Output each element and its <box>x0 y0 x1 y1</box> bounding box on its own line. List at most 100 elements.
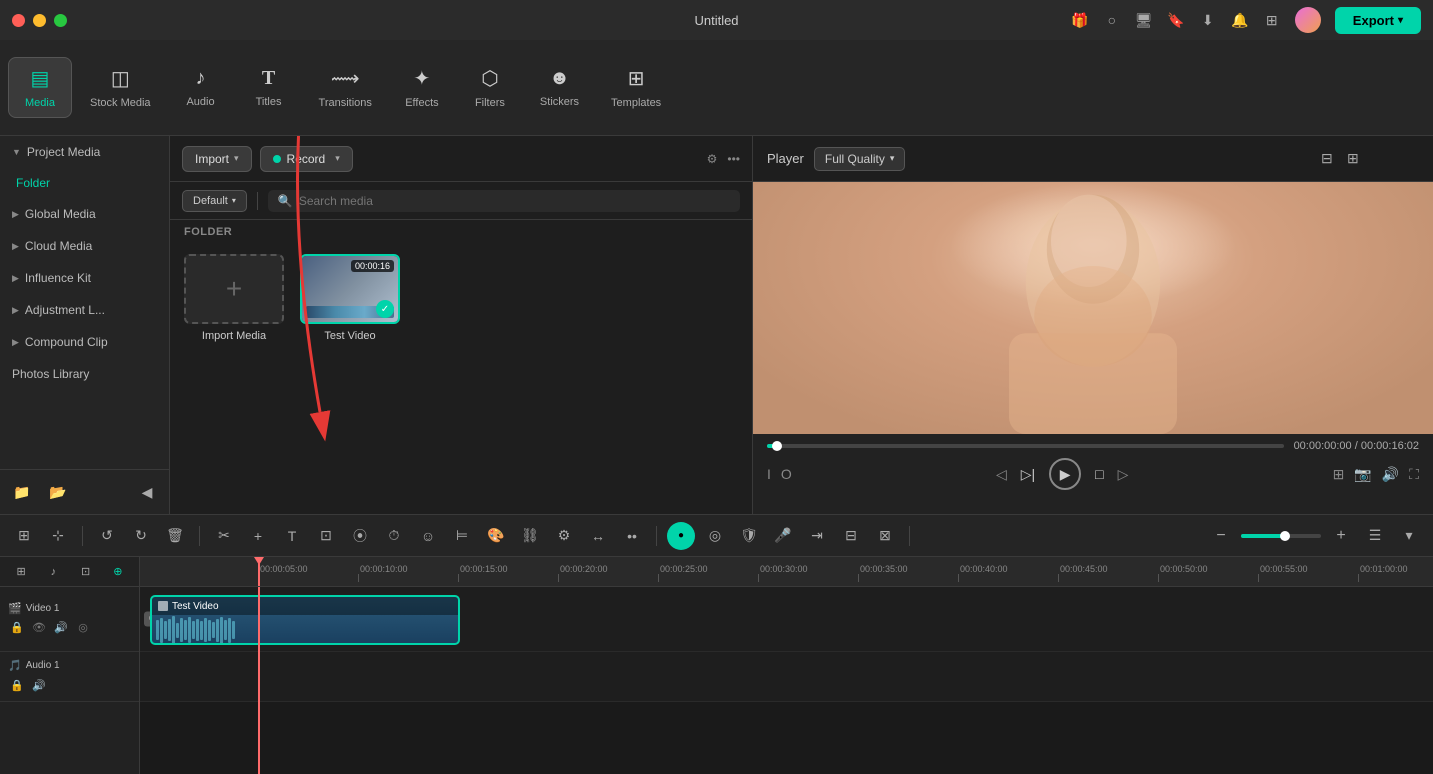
transitions-label: Transitions <box>319 97 372 109</box>
collapse-button[interactable]: ◀ <box>133 478 161 506</box>
close-button[interactable] <box>12 14 25 27</box>
mask-button[interactable]: ⦿ <box>346 522 374 550</box>
maximize-button[interactable] <box>54 14 67 27</box>
toolbar-item-titles[interactable]: T Titles <box>237 59 301 116</box>
volume-button[interactable]: 🔊 <box>1382 466 1399 483</box>
sidebar-item-photos-library[interactable]: Photos Library <box>0 358 169 390</box>
insert-button[interactable]: + <box>244 522 272 550</box>
stop-button[interactable]: □ <box>1095 466 1103 482</box>
step-back-button[interactable]: ◁ <box>996 466 1007 483</box>
zoom-out-button[interactable]: − <box>1207 522 1235 550</box>
gift-icon[interactable]: 🎁 <box>1071 11 1089 29</box>
more-button[interactable]: ▾ <box>1395 522 1423 550</box>
toolbar-item-stock-media[interactable]: ◫ Stock Media <box>76 58 165 117</box>
step-forward-button[interactable]: ▷ <box>1118 466 1129 483</box>
import-button[interactable]: Import <box>182 146 252 172</box>
shield-button[interactable]: 🛡 <box>735 522 763 550</box>
grid-icon[interactable]: ⊞ <box>1263 11 1281 29</box>
connect-track[interactable]: ⊡ <box>73 558 99 586</box>
sidebar-item-adjustment[interactable]: ▶ Adjustment L... <box>0 294 169 326</box>
default-button[interactable]: Default <box>182 190 247 212</box>
toolbar-item-media[interactable]: ▤ Media <box>8 57 72 118</box>
ripple-button[interactable]: ◎ <box>701 522 729 550</box>
zoom-in-button[interactable]: + <box>1327 522 1355 550</box>
chevron-right-icon-4: ▶ <box>12 305 19 316</box>
add-to-timeline-button[interactable]: ⊞ <box>1333 466 1345 483</box>
add-folder-button[interactable]: 📁 <box>8 478 36 506</box>
video-visible-button[interactable]: ◎ <box>74 619 92 637</box>
audio-lock-button[interactable]: 🔒 <box>8 676 26 694</box>
more-icon[interactable]: ••• <box>727 152 740 166</box>
toolbar-item-audio[interactable]: ♪ Audio <box>169 59 233 116</box>
progress-bar[interactable] <box>767 444 1284 448</box>
titles-icon: T <box>262 67 275 90</box>
frame-back-button[interactable]: ▷| <box>1021 466 1035 483</box>
toolbar-item-filters[interactable]: ⬡ Filters <box>458 58 522 117</box>
undo-button[interactable]: ↺ <box>93 522 121 550</box>
layout-icon[interactable]: ⊟ <box>1321 150 1341 167</box>
redo-button[interactable]: ↻ <box>127 522 155 550</box>
record-button[interactable]: Record <box>260 146 353 172</box>
snapshot-button[interactable]: 📷 <box>1354 466 1371 483</box>
cut-button[interactable]: ✂ <box>210 522 238 550</box>
layout-list-button[interactable]: ☰ <box>1361 522 1389 550</box>
filter-icon[interactable]: ⚙ <box>707 152 718 166</box>
play-button[interactable]: ▶ <box>1049 458 1081 490</box>
timer-button[interactable]: ⏱ <box>380 522 408 550</box>
delete-button[interactable]: 🗑 <box>161 522 189 550</box>
transition-button[interactable]: ⇥ <box>803 522 831 550</box>
export-button[interactable]: Export <box>1335 7 1421 34</box>
emoji-button[interactable]: ☺ <box>414 522 442 550</box>
video-volume-button[interactable]: 🔊 <box>52 619 70 637</box>
circle-icon[interactable]: ○ <box>1103 11 1121 29</box>
add-audio-track[interactable]: ♪ <box>40 558 66 586</box>
crop-button[interactable]: ⊡ <box>312 522 340 550</box>
grid-view-icon[interactable]: ⊞ <box>1347 150 1367 167</box>
toolbar-item-transitions[interactable]: ⟿ Transitions <box>305 58 386 117</box>
audio-volume-button[interactable]: 🔊 <box>30 676 48 694</box>
link-track[interactable]: ⊕ <box>105 558 131 586</box>
mark-in-button[interactable]: I <box>767 466 771 482</box>
link-button[interactable]: ⛓ <box>516 522 544 550</box>
avatar[interactable] <box>1295 7 1321 33</box>
toolbar-item-templates[interactable]: ⊞ Templates <box>597 58 675 117</box>
audio-track-header: 🎵 Audio 1 🔒 🔊 <box>0 652 139 702</box>
video-eye-button[interactable]: 👁 <box>30 619 48 637</box>
select-tool[interactable]: ⊹ <box>44 522 72 550</box>
bookmark-icon[interactable]: 🔖 <box>1167 11 1185 29</box>
sidebar-item-compound-clip[interactable]: ▶ Compound Clip <box>0 326 169 358</box>
sidebar-item-global-media[interactable]: ▶ Global Media <box>0 198 169 230</box>
adjustment-button[interactable]: ⚙ <box>550 522 578 550</box>
trim-button[interactable]: ↔ <box>584 522 612 550</box>
add-video-track[interactable]: ⊞ <box>8 558 34 586</box>
toolbar-item-stickers[interactable]: ☻ Stickers <box>526 59 593 116</box>
new-folder-button[interactable]: 📂 <box>44 478 72 506</box>
cloud-download-icon[interactable]: ⬇ <box>1199 11 1217 29</box>
split-button[interactable]: ⊨ <box>448 522 476 550</box>
monitor-icon[interactable]: 🖥 <box>1135 11 1153 29</box>
paint-button[interactable]: 🎨 <box>482 522 510 550</box>
text-tool[interactable]: T <box>278 522 306 550</box>
more-tools-button[interactable]: •• <box>618 522 646 550</box>
sidebar-item-project-media[interactable]: ▼ Project Media <box>0 136 169 168</box>
toolbar-item-effects[interactable]: ✦ Effects <box>390 58 454 117</box>
sidebar-item-influence-kit[interactable]: ▶ Influence Kit <box>0 262 169 294</box>
sidebar-item-folder[interactable]: Folder <box>0 168 169 198</box>
video-clip[interactable]: Test Video <box>150 595 460 645</box>
quality-select[interactable]: Full Quality <box>814 147 906 171</box>
subtitle-button[interactable]: ⊠ <box>871 522 899 550</box>
mic-button[interactable]: 🎤 <box>769 522 797 550</box>
test-video-item[interactable]: 00:00:16 ✓ Test Video <box>300 254 400 342</box>
search-input[interactable] <box>299 194 730 208</box>
import-media-item[interactable]: + Import Media <box>184 254 284 342</box>
sidebar-item-cloud-media[interactable]: ▶ Cloud Media <box>0 230 169 262</box>
zoom-slider[interactable] <box>1241 534 1321 538</box>
pip-button[interactable]: ⊟ <box>837 522 865 550</box>
fullscreen-button[interactable]: ⛶ <box>1409 466 1419 483</box>
bell-icon[interactable]: 🔔 <box>1231 11 1249 29</box>
mark-out-button[interactable]: O <box>781 466 792 482</box>
speed-button[interactable]: ● <box>667 522 695 550</box>
minimize-button[interactable] <box>33 14 46 27</box>
video-lock-button[interactable]: 🔒 <box>8 619 26 637</box>
add-track-button[interactable]: ⊞ <box>10 522 38 550</box>
